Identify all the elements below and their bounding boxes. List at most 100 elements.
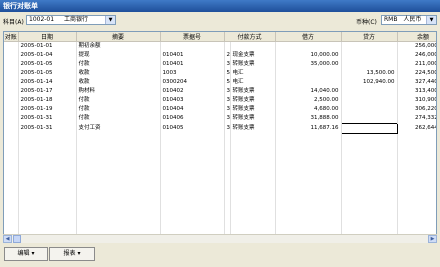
col-header-reconcile[interactable]: 对账 xyxy=(4,32,19,42)
cell-pay-method[interactable]: 转账支票 xyxy=(230,96,276,105)
cell-pay-method[interactable]: 电汇 xyxy=(230,78,276,87)
cell-date[interactable]: 2005-01-31 xyxy=(18,114,77,124)
cell-date[interactable]: 2005-01-14 xyxy=(18,78,77,87)
cell-credit[interactable]: 102,940.00 xyxy=(341,78,398,87)
cell-reconcile[interactable] xyxy=(4,60,19,69)
cell-reconcile[interactable] xyxy=(4,78,19,87)
cell-debit[interactable]: 10,000.00 xyxy=(275,51,342,60)
scroll-left-icon[interactable]: ◀ xyxy=(3,235,12,243)
cell-credit[interactable] xyxy=(341,60,398,69)
cell-balance[interactable]: 313,400.00 xyxy=(397,87,436,96)
cell-summary[interactable]: 期初余额 xyxy=(76,41,161,51)
cell-pay-code[interactable]: 5 xyxy=(224,78,231,87)
cell-pay-code[interactable]: 5 xyxy=(224,69,231,78)
cell-voucher[interactable]: 010406 xyxy=(160,114,225,124)
cell-pay-method[interactable]: 转账支票 xyxy=(230,60,276,69)
cell-voucher[interactable]: 010401 xyxy=(160,51,225,60)
cell-credit[interactable]: 13,500.00 xyxy=(341,69,398,78)
edit-button[interactable]: 编辑 ▾ xyxy=(4,247,48,261)
cell-date[interactable]: 2005-01-01 xyxy=(18,41,77,51)
cell-reconcile[interactable] xyxy=(4,123,19,134)
cell-reconcile[interactable] xyxy=(4,41,19,51)
cell-reconcile[interactable] xyxy=(4,96,19,105)
col-header-pay-method[interactable]: 付款方式 xyxy=(224,32,276,42)
cell-credit[interactable] xyxy=(341,105,398,114)
cell-voucher[interactable]: 010403 xyxy=(160,96,225,105)
table-row[interactable]: 2005-01-17购材料0104023转账支票14,040.00 313,400… xyxy=(4,87,436,96)
cell-voucher[interactable]: 010402 xyxy=(160,87,225,96)
table-row[interactable]: 2005-01-31 支付工资 010405 3 转账支票 11,687.16 262,64… xyxy=(4,123,436,134)
table-row[interactable]: 2005-01-14收款03002045电汇 102,940.00327,440.… xyxy=(4,78,436,87)
cell-debit[interactable]: 14,040.00 xyxy=(275,87,342,96)
cell-pay-method[interactable]: 转账支票 xyxy=(230,105,276,114)
cell-pay-method[interactable]: 电汇 xyxy=(230,69,276,78)
currency-select[interactable]: RMB 人民币 ▼ xyxy=(381,15,437,25)
cell-reconcile[interactable] xyxy=(4,105,19,114)
cell-pay-method[interactable]: 现金支票 xyxy=(230,51,276,60)
cell-balance[interactable]: 306,220.00 xyxy=(397,105,436,114)
cell-pay-code[interactable]: 2 xyxy=(224,51,231,60)
cell-balance[interactable]: 211,000.00 xyxy=(397,60,436,69)
cell-credit[interactable] xyxy=(341,87,398,96)
cell-credit[interactable] xyxy=(341,41,398,51)
cell-date[interactable]: 2005-01-05 xyxy=(18,60,77,69)
cell-debit[interactable]: 31,888.00 xyxy=(275,114,342,124)
cell-balance[interactable]: 262,644.84 xyxy=(397,123,436,134)
cell-reconcile[interactable] xyxy=(4,114,19,124)
cell-balance[interactable]: 246,000.00 xyxy=(397,51,436,60)
cell-voucher[interactable] xyxy=(160,41,225,51)
cell-date[interactable]: 2005-01-31 xyxy=(18,123,77,134)
cell-reconcile[interactable] xyxy=(4,87,19,96)
cell-summary[interactable]: 付款 xyxy=(76,60,161,69)
scrollbar-thumb[interactable] xyxy=(13,235,21,243)
cell-date[interactable]: 2005-01-18 xyxy=(18,96,77,105)
cell-credit[interactable] xyxy=(341,51,398,60)
cell-pay-method[interactable]: 转账支票 xyxy=(230,123,276,134)
cell-pay-code[interactable]: 3 xyxy=(224,96,231,105)
cell-debit[interactable]: 2,500.00 xyxy=(275,96,342,105)
cell-balance[interactable]: 224,500.00 xyxy=(397,69,436,78)
cell-debit[interactable]: 35,000.00 xyxy=(275,60,342,69)
cell-pay-code[interactable]: 3 xyxy=(224,123,231,134)
cell-pay-code[interactable]: 3 xyxy=(224,114,231,124)
cell-debit[interactable] xyxy=(275,78,342,87)
table-row[interactable]: 2005-01-01期初余额 256,000.00 xyxy=(4,41,436,51)
cell-credit[interactable] xyxy=(341,96,398,105)
table-row[interactable]: 2005-01-04提现0104012现金支票10,000.00 246,000.… xyxy=(4,51,436,60)
cell-summary[interactable]: 付款 xyxy=(76,114,161,124)
cell-balance[interactable]: 274,332.00 xyxy=(397,114,436,124)
cell-pay-code[interactable]: 3 xyxy=(224,105,231,114)
col-header-debit[interactable]: 借方 xyxy=(275,32,342,42)
cell-summary[interactable]: 提现 xyxy=(76,51,161,60)
horizontal-scrollbar[interactable]: ◀ ▶ xyxy=(3,234,437,243)
cell-voucher[interactable]: 0300204 xyxy=(160,78,225,87)
cell-date[interactable]: 2005-01-04 xyxy=(18,51,77,60)
cell-summary[interactable]: 收款 xyxy=(76,69,161,78)
cell-pay-code[interactable]: 3 xyxy=(224,87,231,96)
cell-balance[interactable]: 310,900.00 xyxy=(397,96,436,105)
cell-date[interactable]: 2005-01-17 xyxy=(18,87,77,96)
table-row[interactable]: 2005-01-05收款10035电汇 13,500.00224,500.00 xyxy=(4,69,436,78)
col-header-credit[interactable]: 贷方 xyxy=(341,32,398,42)
table-row[interactable]: 2005-01-05付款0104013转账支票35,000.00 211,000.… xyxy=(4,60,436,69)
scroll-right-icon[interactable]: ▶ xyxy=(428,235,437,243)
cell-voucher[interactable]: 010404 xyxy=(160,105,225,114)
col-header-balance[interactable]: 余额 xyxy=(397,32,436,42)
cell-credit[interactable] xyxy=(341,114,398,124)
col-header-date[interactable]: 日期 xyxy=(18,32,77,42)
cell-debit[interactable] xyxy=(275,69,342,78)
cell-pay-method[interactable]: 转账支票 xyxy=(230,87,276,96)
col-header-summary[interactable]: 摘要 xyxy=(76,32,161,42)
cell-debit[interactable]: 11,687.16 xyxy=(275,123,342,134)
cell-pay-method[interactable]: 转账支票 xyxy=(230,114,276,124)
table-row[interactable]: 2005-01-18付款0104033转账支票2,500.00 310,900.0… xyxy=(4,96,436,105)
cell-summary[interactable]: 付款 xyxy=(76,105,161,114)
cell-summary[interactable]: 购材料 xyxy=(76,87,161,96)
account-select[interactable]: 1002-01 工商银行 ▼ xyxy=(26,15,116,25)
table-row[interactable]: 2005-01-19付款0104043转账支票4,680.00 306,220.0… xyxy=(4,105,436,114)
cell-date[interactable]: 2005-01-05 xyxy=(18,69,77,78)
cell-voucher[interactable]: 1003 xyxy=(160,69,225,78)
cell-voucher[interactable]: 010401 xyxy=(160,60,225,69)
cell-date[interactable]: 2005-01-19 xyxy=(18,105,77,114)
cell-balance[interactable]: 327,440.00 xyxy=(397,78,436,87)
